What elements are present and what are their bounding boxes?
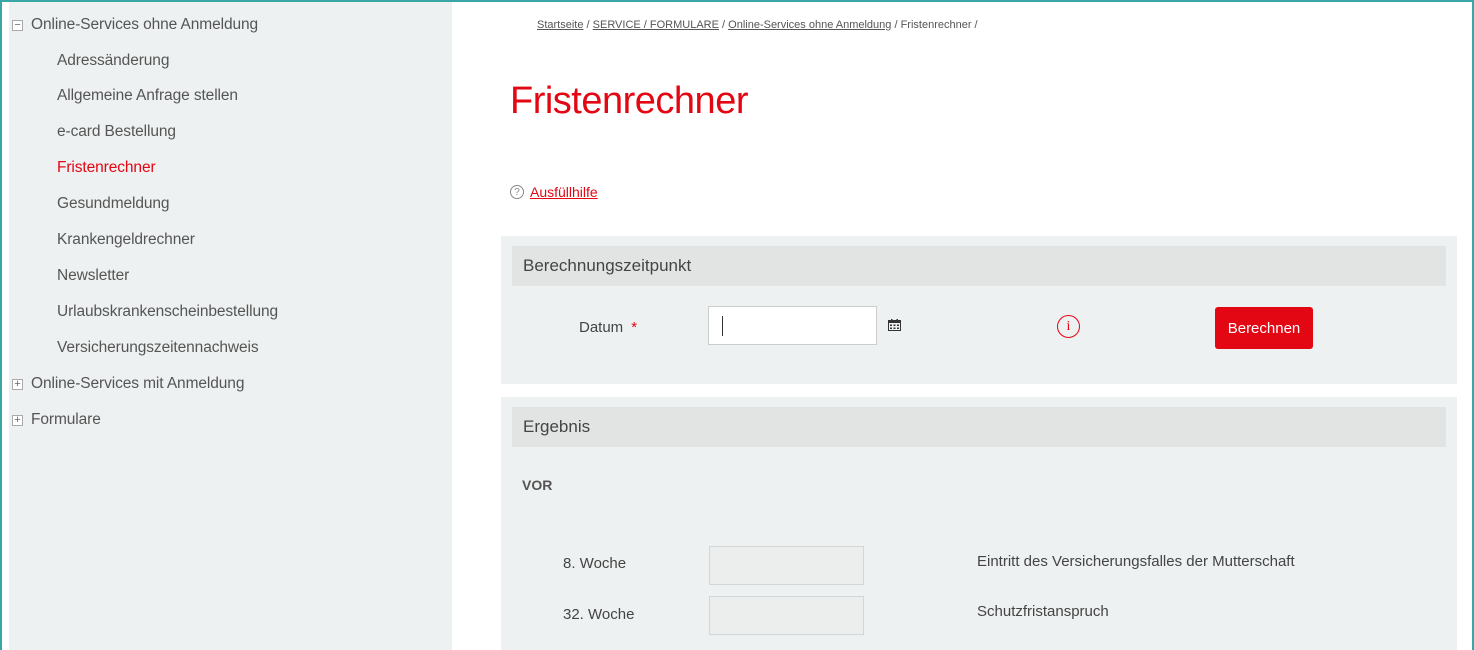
sidebar-item-label: Newsletter [57, 267, 130, 284]
sidebar-item-label: Adressänderung [57, 52, 170, 69]
sidebar-item-fristenrechner[interactable]: Fristenrechner [57, 150, 156, 186]
result-value-field [709, 596, 864, 635]
breadcrumb-link-online-services[interactable]: Online-Services ohne Anmeldung [728, 19, 891, 31]
sidebar-item-label: Gesundmeldung [57, 195, 170, 212]
date-label-text: Datum [579, 319, 624, 336]
expand-icon[interactable]: + [12, 414, 23, 426]
sidebar-section-label: Online-Services ohne Anmeldung [31, 16, 259, 33]
breadcrumb-separator: / [971, 19, 978, 31]
breadcrumb-link-startseite[interactable]: Startseite [537, 19, 583, 31]
result-description: Schutzfristanspruch [977, 603, 1109, 620]
collapse-icon[interactable]: − [12, 19, 23, 31]
sidebar-section-online-services-mit-anmeldung[interactable]: + Online-Services mit Anmeldung [9, 366, 244, 402]
sidebar-item-gesundmeldung[interactable]: Gesundmeldung [57, 186, 170, 222]
calculate-button[interactable]: Berechnen [1215, 307, 1313, 349]
breadcrumb-separator: / [718, 19, 729, 31]
sidebar-item-adressaenderung[interactable]: Adressänderung [57, 43, 169, 79]
result-section-label: VOR [522, 477, 553, 493]
breadcrumb-separator: / [891, 19, 901, 31]
sidebar-item-label: Allgemeine Anfrage stellen [57, 87, 238, 104]
help-link[interactable]: Ausfüllhilfe [530, 184, 598, 200]
sidebar-item-ecard-bestellung[interactable]: e-card Bestellung [57, 114, 176, 150]
sidebar-item-label: Fristenrechner [57, 159, 156, 176]
sidebar-item-krankengeldrechner[interactable]: Krankengeldrechner [57, 222, 195, 258]
sidebar-item-versicherungszeitennachweis[interactable]: Versicherungszeitennachweis [57, 330, 259, 366]
sidebar-item-urlaubskrankenschein[interactable]: Urlaubskrankenscheinbestellung [57, 294, 278, 330]
required-mark: * [631, 319, 638, 336]
breadcrumb-separator: / [583, 19, 593, 31]
breadcrumb-link-service-formulare[interactable]: SERVICE / FORMULARE [593, 19, 719, 31]
breadcrumb: Startseite / SERVICE / FORMULARE / Onlin… [537, 19, 978, 31]
sidebar-item-label: Krankengeldrechner [57, 231, 195, 248]
result-week-label: 32. Woche [563, 606, 635, 623]
sidebar-item-newsletter[interactable]: Newsletter [57, 258, 129, 294]
sidebar-item-allgemeine-anfrage[interactable]: Allgemeine Anfrage stellen [57, 78, 238, 114]
date-input[interactable] [708, 306, 877, 345]
sidebar-section-label: Formulare [31, 411, 101, 428]
help-section: ? Ausfüllhilfe [510, 184, 598, 200]
sidebar-item-label: e-card Bestellung [57, 123, 176, 140]
sidebar-item-label: Urlaubskrankenscheinbestellung [57, 303, 279, 320]
result-panel-heading: Ergebnis [512, 407, 1446, 447]
sidebar-item-label: Versicherungszeitennachweis [57, 339, 259, 356]
sidebar-section-online-services-ohne-anmeldung[interactable]: − Online-Services ohne Anmeldung [9, 7, 258, 43]
help-icon: ? [510, 185, 524, 199]
info-icon[interactable]: i [1057, 315, 1080, 338]
calculation-panel: Berechnungszeitpunkt Datum * i Berechnen [501, 236, 1457, 384]
sidebar: − Online-Services ohne Anmeldung Adressä… [9, 2, 452, 650]
calendar-icon[interactable] [888, 319, 901, 331]
sidebar-section-formulare[interactable]: + Formulare [9, 402, 101, 438]
sidebar-section-label: Online-Services mit Anmeldung [31, 375, 245, 392]
text-cursor [722, 316, 723, 336]
breadcrumb-current: Fristenrechner [900, 19, 972, 31]
expand-icon[interactable]: + [12, 378, 23, 390]
result-value-field [709, 546, 864, 585]
date-label: Datum * [579, 319, 637, 336]
result-panel: Ergebnis VOR 8. Woche Eintritt des Versi… [501, 397, 1457, 650]
calculation-panel-heading: Berechnungszeitpunkt [512, 246, 1446, 286]
page-title: Fristenrechner [510, 80, 748, 122]
result-description: Eintritt des Versicherungsfalles der Mut… [977, 553, 1295, 570]
result-week-label: 8. Woche [563, 555, 627, 572]
